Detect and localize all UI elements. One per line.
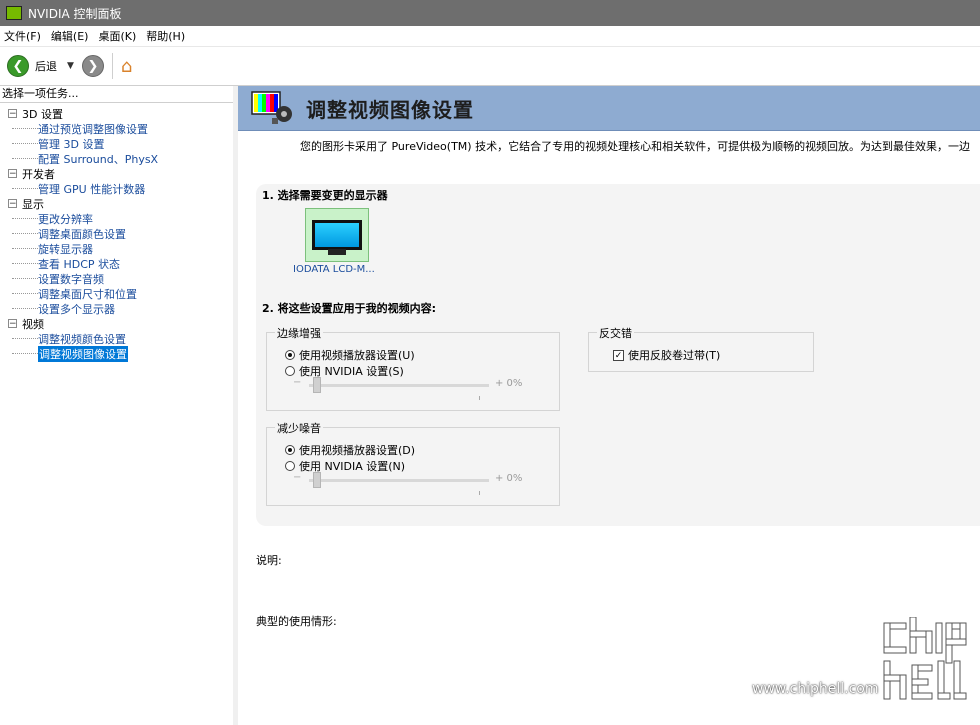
tree-item[interactable]: 调整桌面尺寸和位置 (0, 286, 233, 301)
tree-item[interactable]: 查看 HDCP 状态 (0, 256, 233, 271)
edge-slider-value: + 0% (495, 378, 523, 389)
checkbox-checked-icon[interactable]: ✓ (613, 349, 624, 361)
toolbar-separator (111, 53, 113, 79)
menu-file[interactable]: 文件(F) (0, 28, 47, 44)
edge-slider-thumb (313, 377, 321, 393)
tree-category-3d[interactable]: −3D 设置 (0, 106, 233, 121)
tree-item[interactable]: 调整桌面颜色设置 (0, 226, 233, 241)
nvidia-app-icon (6, 6, 22, 20)
monitor-stand (328, 249, 346, 255)
noise-slider-value: + 0% (495, 473, 523, 484)
group-label: 反交错 (597, 325, 634, 341)
noise-nvidia-radio[interactable]: 使用 NVIDIA 设置(N) (285, 458, 405, 474)
tree-category-developer[interactable]: − 开发者 (0, 166, 233, 181)
title-bar: NVIDIA 控制面板 (0, 0, 980, 26)
radio-unselected-icon[interactable] (285, 366, 295, 376)
description-label: 说明: (256, 554, 282, 567)
toolbar: ❮ 后退 ▼ ❯ ⌂ (0, 47, 980, 86)
tree-item[interactable]: 设置多个显示器 (0, 301, 233, 316)
tree-item[interactable]: 设置数字音频 (0, 271, 233, 286)
page-title: 调整视频图像设置 (306, 98, 474, 122)
home-icon[interactable]: ⌂ (121, 56, 132, 77)
tree-item[interactable]: 通过预览调整图像设置 (0, 121, 233, 136)
edge-player-radio[interactable]: 使用视频播放器设置(U) (285, 347, 415, 363)
collapse-icon[interactable]: − (8, 199, 17, 209)
tree-item[interactable]: 管理 GPU 性能计数器 (0, 181, 233, 196)
monitor-label[interactable]: IODATA LCD-M... (293, 264, 375, 275)
usage-label: 典型的使用情形: (256, 615, 337, 628)
menu-help[interactable]: 帮助(H) (142, 28, 191, 44)
menu-desktop[interactable]: 桌面(K) (94, 28, 142, 44)
page-header: 调整视频图像设置 (238, 86, 980, 131)
edge-enhancement-group: 边缘增强 使用视频播放器设置(U) 使用 NVIDIA 设置(S) − + 0% (266, 325, 560, 411)
history-dropdown-icon[interactable]: ▼ (67, 61, 74, 71)
collapse-icon[interactable]: − (8, 319, 17, 329)
group-label: 边缘增强 (275, 325, 323, 341)
deinterlace-group: 反交错 ✓ 使用反胶卷过带(T) (588, 325, 814, 372)
noise-slider-track (309, 479, 489, 482)
collapse-icon[interactable]: − (8, 109, 17, 119)
task-tree: −3D 设置 通过预览调整图像设置 管理 3D 设置 配置 Surround、P… (0, 103, 233, 362)
monitor-tile[interactable] (305, 208, 369, 262)
back-button-label[interactable]: 后退 (35, 58, 57, 74)
radio-unselected-icon[interactable] (285, 461, 295, 471)
window-title: NVIDIA 控制面板 (28, 6, 122, 21)
radio-selected-icon[interactable] (285, 445, 295, 455)
slider-min-label: − (293, 472, 302, 483)
tree-item[interactable]: 旋转显示器 (0, 241, 233, 256)
collapse-icon[interactable]: − (8, 169, 17, 179)
slider-tick (479, 491, 480, 495)
tree-category-video[interactable]: − 视频 (0, 316, 233, 331)
tree-item[interactable]: 更改分辨率 (0, 211, 233, 226)
menu-edit[interactable]: 编辑(E) (47, 28, 95, 44)
video-settings-icon (251, 91, 292, 124)
edge-slider-track (309, 384, 489, 387)
noise-reduction-group: 减少噪音 使用视频播放器设置(D) 使用 NVIDIA 设置(N) − + 0% (266, 420, 560, 506)
tree-category-display[interactable]: − 显示 (0, 196, 233, 211)
tree-item[interactable]: 管理 3D 设置 (0, 136, 233, 151)
task-pane: 选择一项任务... −3D 设置 通过预览调整图像设置 管理 3D 设置 配置 … (0, 86, 234, 725)
inverse-telecine-checkbox[interactable]: ✓ 使用反胶卷过带(T) (613, 347, 720, 363)
tree-item[interactable]: 配置 Surround、PhysX (0, 151, 233, 166)
group-label: 减少噪音 (275, 420, 323, 436)
edge-nvidia-radio[interactable]: 使用 NVIDIA 设置(S) (285, 363, 404, 379)
back-arrow-icon[interactable]: ❮ (7, 55, 29, 77)
monitor-icon (312, 220, 362, 250)
task-heading: 选择一项任务... (0, 86, 233, 103)
step2-heading: 2. 将这些设置应用于我的视频内容: (262, 302, 437, 315)
forward-arrow-icon[interactable]: ❯ (81, 55, 104, 77)
menu-bar: 文件(F) 编辑(E) 桌面(K) 帮助(H) (0, 26, 980, 47)
noise-player-radio[interactable]: 使用视频播放器设置(D) (285, 442, 415, 458)
slider-min-label: − (293, 377, 302, 388)
slider-tick (479, 396, 480, 400)
tree-item-selected[interactable]: 调整视频图像设置 (0, 345, 233, 362)
step1-heading: 1. 选择需要变更的显示器 (262, 189, 388, 202)
intro-text: 您的图形卡采用了 PureVideo(TM) 技术，它结合了专用的视频处理核心和… (300, 140, 971, 153)
noise-slider-thumb (313, 472, 321, 488)
tree-item[interactable]: 调整视频颜色设置 (0, 331, 233, 346)
radio-selected-icon[interactable] (285, 350, 295, 360)
content-pane: 调整视频图像设置 您的图形卡采用了 PureVideo(TM) 技术，它结合了专… (238, 86, 980, 725)
